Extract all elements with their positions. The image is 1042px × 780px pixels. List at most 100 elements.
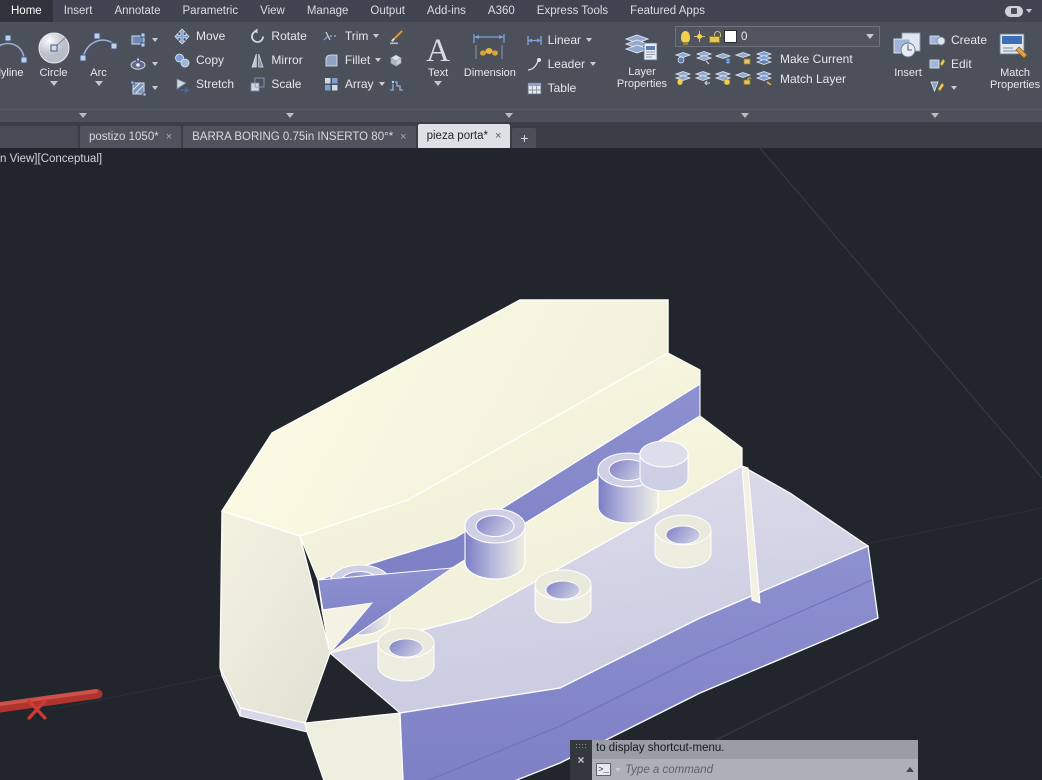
rotate-button[interactable]: Rotate	[246, 24, 319, 48]
match-layer-icon[interactable]	[755, 70, 774, 87]
move-button[interactable]: Move	[171, 24, 246, 48]
mirror-button[interactable]: Mirror	[246, 48, 319, 72]
trim-button[interactable]: Trim	[320, 24, 384, 48]
ribbon-tab-view[interactable]: View	[249, 0, 296, 22]
ellipse-icon	[130, 56, 147, 73]
chevron-down-icon[interactable]	[866, 34, 874, 39]
linear-button[interactable]: Linear	[523, 28, 599, 52]
chevron-down-icon[interactable]	[590, 62, 596, 66]
chevron-down-icon	[50, 81, 58, 86]
match-layer-label[interactable]: Match Layer	[780, 72, 846, 86]
ribbon-tab-insert[interactable]: Insert	[53, 0, 104, 22]
fillet-button[interactable]: Fillet	[320, 48, 384, 72]
panel-modify-expand[interactable]	[166, 109, 414, 122]
ribbon-tab-manage[interactable]: Manage	[296, 0, 360, 22]
match-properties-button[interactable]: Match Properties	[990, 26, 1040, 91]
panel-draw-expand[interactable]	[0, 109, 166, 122]
ribbon-tab-output[interactable]: Output	[359, 0, 416, 22]
command-input-row[interactable]: >_ Type a command	[592, 759, 918, 780]
drawing-viewport[interactable]: n View][Conceptual]	[0, 148, 1042, 780]
match-properties-small-button[interactable]	[385, 24, 408, 48]
array-button[interactable]: Array	[320, 72, 384, 96]
chevron-down-icon[interactable]	[586, 38, 592, 42]
create-block-button[interactable]: Create	[926, 28, 990, 52]
scale-button[interactable]: Scale	[246, 72, 319, 96]
arc-button[interactable]: Arc	[76, 26, 121, 86]
close-icon[interactable]: ×	[400, 131, 406, 143]
circle-button[interactable]: Circle	[31, 26, 76, 86]
document-tab-start[interactable]	[0, 126, 78, 148]
close-icon[interactable]: ×	[495, 130, 501, 142]
copy-button[interactable]: Copy	[171, 48, 246, 72]
insert-button[interactable]: Insert	[890, 26, 926, 79]
trim-icon	[323, 28, 340, 45]
layer-unisolate-icon[interactable]	[695, 50, 712, 67]
command-window[interactable]: × to display shortcut-menu. >_ Type a co…	[570, 740, 918, 780]
layer-combo[interactable]: 0	[675, 26, 880, 47]
ribbon-minimize-button[interactable]	[1005, 0, 1042, 22]
autocad-window: Home Insert Annotate Parametric View Man…	[0, 0, 1042, 780]
command-history: to display shortcut-menu.	[592, 740, 918, 759]
ribbon-tab-annotate[interactable]: Annotate	[103, 0, 171, 22]
chevron-down-icon[interactable]	[373, 34, 379, 38]
layer-lock-icon[interactable]	[735, 50, 752, 67]
panel-layers-expand[interactable]	[604, 109, 885, 122]
ribbon-tab-parametric[interactable]: Parametric	[172, 0, 250, 22]
layer-color-swatch[interactable]	[724, 30, 737, 43]
lightbulb-icon[interactable]	[681, 31, 690, 43]
command-prompt-icon[interactable]: >_	[596, 763, 611, 776]
hatch-button[interactable]	[127, 76, 161, 100]
chevron-down-icon[interactable]	[615, 768, 621, 772]
chevron-down-icon[interactable]	[951, 86, 957, 90]
panel-block-expand[interactable]	[885, 109, 985, 122]
polyline-button[interactable]: lyline	[0, 26, 31, 79]
sun-icon[interactable]	[694, 31, 705, 42]
make-current-label[interactable]: Make Current	[780, 52, 853, 66]
match-properties-label-line2: Properties	[990, 79, 1040, 91]
ellipse-button[interactable]	[127, 52, 161, 76]
edit-polyline-button[interactable]	[385, 72, 408, 96]
panel-properties-expand[interactable]	[985, 109, 1042, 122]
close-icon[interactable]: ×	[166, 131, 172, 143]
command-input[interactable]: Type a command	[625, 764, 902, 776]
chevron-down-icon[interactable]	[375, 58, 381, 62]
table-button[interactable]: Table	[523, 76, 599, 100]
dimension-button[interactable]: Dimension	[457, 26, 522, 79]
edit-block-button[interactable]: Edit	[926, 52, 990, 76]
new-tab-button[interactable]: +	[512, 128, 536, 148]
panel-annotation-expand[interactable]	[414, 109, 604, 122]
ribbon-tab-a360[interactable]: A360	[477, 0, 526, 22]
document-tab-pieza-porta[interactable]: pieza porta* ×	[418, 124, 511, 148]
document-tab-postizo[interactable]: postizo 1050* ×	[80, 126, 181, 148]
polyline-icon	[0, 29, 32, 67]
layer-turn-on-icon[interactable]	[675, 70, 692, 87]
unlock-icon[interactable]	[709, 31, 720, 43]
ribbon-tab-home[interactable]: Home	[0, 0, 53, 22]
ribbon-tab-express-tools[interactable]: Express Tools	[526, 0, 619, 22]
layer-state-icon[interactable]	[715, 70, 732, 87]
mirror-icon	[249, 52, 266, 69]
chevron-down-icon[interactable]	[152, 62, 158, 66]
chevron-down-icon[interactable]	[152, 38, 158, 42]
rectangle-button[interactable]	[127, 28, 161, 52]
command-window-grip[interactable]: ×	[570, 740, 592, 780]
stretch-button[interactable]: Stretch	[171, 72, 246, 96]
trim-label: Trim	[345, 29, 369, 43]
layer-isolate-icon[interactable]	[675, 50, 692, 67]
document-tab-barra-boring[interactable]: BARRA BORING 0.75in INSERTO 80°* ×	[183, 126, 415, 148]
layer-unlock-icon[interactable]	[735, 70, 752, 87]
ribbon-tab-featured-apps[interactable]: Featured Apps	[619, 0, 716, 22]
layer-properties-button[interactable]: Layer Properties	[609, 25, 675, 90]
chevron-up-icon[interactable]	[906, 767, 914, 772]
make-current-icon[interactable]	[755, 50, 774, 67]
edit-attribute-button[interactable]	[926, 76, 990, 100]
ribbon-tab-addins[interactable]: Add-ins	[416, 0, 477, 22]
text-button[interactable]: A Text	[419, 26, 457, 86]
close-icon[interactable]: ×	[577, 753, 584, 767]
chevron-down-icon[interactable]	[152, 86, 158, 90]
leader-button[interactable]: Leader	[523, 52, 599, 76]
layer-previous-icon[interactable]	[695, 70, 712, 87]
layer-freeze-icon[interactable]	[715, 50, 732, 67]
explode-button[interactable]	[385, 48, 408, 72]
explode-box-icon	[388, 52, 405, 69]
